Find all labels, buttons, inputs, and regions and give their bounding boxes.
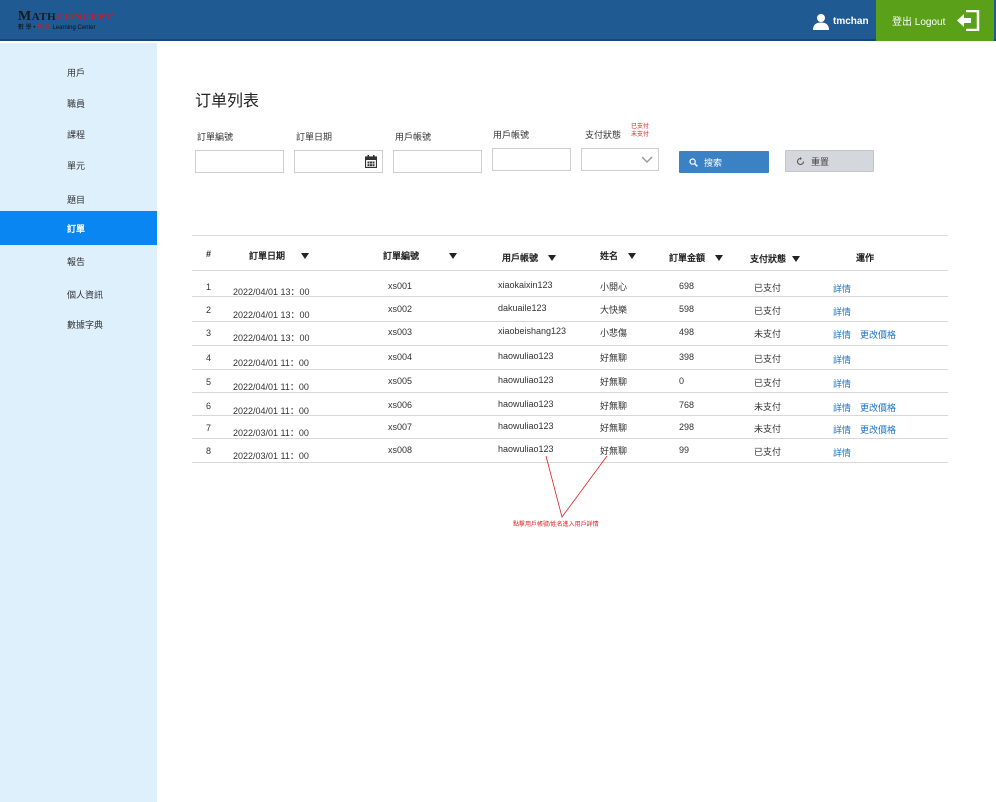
annotation-note: 點擊用戶帳號/姓名進入用戶詳情 [513, 522, 599, 528]
annotation-arrows [545, 455, 608, 518]
